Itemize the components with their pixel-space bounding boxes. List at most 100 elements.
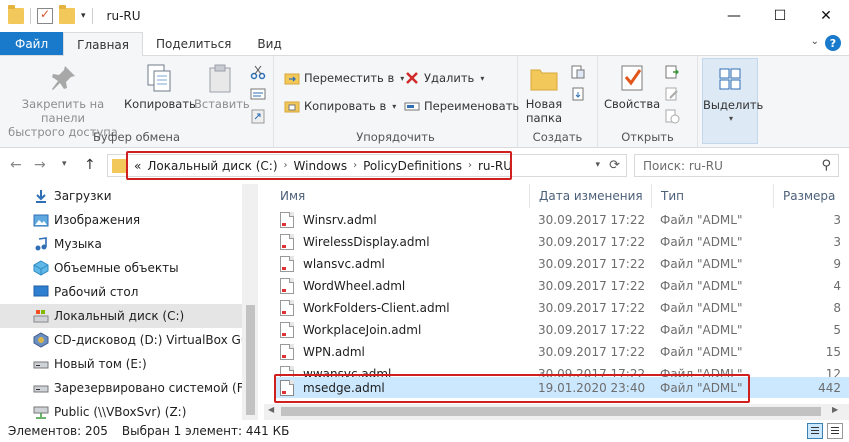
table-row-selected[interactable]: msedge.adml 19.01.2020 23:40 Файл "ADML"… <box>274 377 849 398</box>
tab-file[interactable]: Файл <box>0 32 64 55</box>
ribbon-collapse-icon[interactable]: ⌄ <box>811 36 819 47</box>
item-count: Элементов: 205 <box>8 424 108 438</box>
copy-path-icon[interactable] <box>250 86 266 102</box>
desktop-icon <box>33 285 49 297</box>
up-button[interactable]: ↑ <box>84 157 96 173</box>
breadcrumb-item-local-disk[interactable]: Локальный диск (C:) <box>147 159 277 173</box>
breadcrumb-item-windows[interactable]: Windows <box>294 159 348 173</box>
address-bar-row: ← → ▾ ↑ « Локальный диск (C:) › Windows … <box>0 148 849 184</box>
group-open: Свойства Открыть <box>598 56 698 148</box>
recent-locations-button[interactable]: ▾ <box>62 159 67 169</box>
new-folder-button[interactable]: Новая папка <box>522 62 566 125</box>
move-to-button[interactable]: Переместить в ▾ <box>284 70 404 86</box>
ribbon: Закрепить на панели быстрого доступа Коп… <box>0 56 849 148</box>
copy-icon <box>143 62 175 94</box>
adml-file-icon <box>280 255 294 272</box>
nav-item-cd-drive[interactable]: CD-дисковод (D:) VirtualBox Guest A <box>0 328 242 352</box>
nav-item-new-volume[interactable]: Новый том (E:) <box>0 352 242 376</box>
tab-home[interactable]: Главная <box>63 32 143 56</box>
cd-drive-icon <box>33 332 49 348</box>
easy-access-icon[interactable] <box>570 86 586 102</box>
new-folder-icon[interactable] <box>59 5 75 24</box>
breadcrumb: « Локальный диск (C:) › Windows › Policy… <box>128 159 512 173</box>
column-header-name[interactable]: Имя <box>264 184 530 208</box>
search-icon[interactable]: ⚲ <box>821 158 831 173</box>
breadcrumb-item-ru-ru[interactable]: ru-RU <box>478 159 512 173</box>
horizontal-scrollbar-thumb[interactable] <box>281 407 821 416</box>
table-row[interactable]: WorkplaceJoin.adml 30.09.2017 17:22 Файл… <box>274 319 849 340</box>
rename-icon <box>404 98 420 114</box>
cut-icon[interactable] <box>250 64 266 80</box>
table-row[interactable]: WPN.adml 30.09.2017 17:22 Файл "ADML" 15 <box>274 341 849 362</box>
nav-item-music[interactable]: Музыка <box>0 232 242 256</box>
nav-item-local-disk[interactable]: Локальный диск (C:) <box>0 304 242 328</box>
nav-item-system-reserved[interactable]: Зарезервировано системой (F:) <box>0 376 242 400</box>
breadcrumb-item-policydefinitions[interactable]: PolicyDefinitions <box>363 159 462 173</box>
table-row[interactable]: WirelessDisplay.adml 30.09.2017 17:22 Фа… <box>274 231 849 252</box>
search-input[interactable]: Поиск: ru-RU ⚲ <box>634 154 839 177</box>
paste-button[interactable]: Вставить <box>194 62 250 111</box>
rename-button[interactable]: Переименовать <box>404 98 519 114</box>
nav-item-desktop[interactable]: Рабочий стол <box>0 280 242 304</box>
breadcrumb-overflow[interactable]: « <box>134 159 141 173</box>
group-label-clipboard: Буфер обмена <box>92 130 180 144</box>
downloads-icon <box>36 190 46 203</box>
properties-button[interactable]: Свойства <box>604 62 660 111</box>
details-view-icon[interactable] <box>807 423 823 439</box>
paste-icon <box>204 62 236 94</box>
column-header-size[interactable]: Размера <box>774 184 849 208</box>
table-row[interactable]: wlansvc.adml 30.09.2017 17:22 Файл "ADML… <box>274 253 849 274</box>
qat-separator <box>30 8 31 24</box>
column-header-date[interactable]: Дата изменения <box>530 184 652 208</box>
scroll-left-icon[interactable]: ◀ <box>268 405 274 414</box>
help-icon[interactable]: ? <box>825 35 841 51</box>
select-button[interactable]: Выделить ▾ <box>702 58 763 144</box>
refresh-icon[interactable]: ⟳ <box>609 158 620 173</box>
nav-item-3d-objects[interactable]: Объемные объекты <box>0 256 242 280</box>
ribbon-tabs: Файл Главная Поделиться Вид <box>0 32 849 56</box>
delete-button[interactable]: Удалить ▾ <box>404 70 484 86</box>
group-select: Выделить ▾ <box>698 56 763 148</box>
nav-item-public-network[interactable]: Public (\\VBoxSvr) (Z:) <box>0 400 242 420</box>
chevron-down-icon[interactable]: ▾ <box>595 160 600 170</box>
adml-file-icon <box>280 343 294 360</box>
forward-button[interactable]: → <box>34 157 46 173</box>
chevron-right-icon[interactable]: › <box>353 160 357 171</box>
column-header-type[interactable]: Тип <box>652 184 774 208</box>
minimize-button[interactable]: — <box>711 0 757 32</box>
close-button[interactable]: ✕ <box>803 0 849 32</box>
tab-view[interactable]: Вид <box>244 32 294 55</box>
edit-icon[interactable] <box>664 86 680 102</box>
selection-info: Выбран 1 элемент: 441 КБ <box>121 424 290 438</box>
chevron-right-icon[interactable]: › <box>284 160 288 171</box>
nav-scrollbar-thumb[interactable] <box>246 305 255 415</box>
folder-icon <box>112 158 128 173</box>
copy-to-button[interactable]: Копировать в ▾ <box>284 98 396 114</box>
tab-share[interactable]: Поделиться <box>143 32 244 55</box>
pin-icon <box>47 62 79 94</box>
table-row[interactable]: WorkFolders-Client.adml 30.09.2017 17:22… <box>274 297 849 318</box>
title-bar: ▾ ru-RU — ☐ ✕ <box>0 0 849 32</box>
back-button[interactable]: ← <box>10 157 22 173</box>
open-icon[interactable] <box>664 64 680 80</box>
pin-quick-access-button[interactable]: Закрепить на панели быстрого доступа <box>6 62 120 139</box>
window-title: ru-RU <box>106 9 141 23</box>
large-icons-view-icon[interactable] <box>827 423 843 439</box>
nav-item-pictures[interactable]: Изображения <box>0 208 242 232</box>
address-field[interactable]: « Локальный диск (C:) › Windows › Policy… <box>107 154 627 177</box>
chevron-right-icon[interactable]: › <box>468 160 472 171</box>
history-icon[interactable] <box>664 108 680 124</box>
maximize-button[interactable]: ☐ <box>757 0 803 32</box>
copy-button[interactable]: Копировать <box>124 62 196 111</box>
adml-file-icon <box>280 299 294 316</box>
table-row[interactable]: Winsrv.adml 30.09.2017 17:22 Файл "ADML"… <box>274 209 849 230</box>
drive-icon <box>33 361 49 369</box>
group-new: Новая папка Создать <box>518 56 598 148</box>
qat-dropdown-icon[interactable]: ▾ <box>81 11 86 21</box>
new-item-icon[interactable] <box>570 64 586 80</box>
nav-item-downloads[interactable]: Загрузки <box>0 184 242 208</box>
properties-icon[interactable] <box>37 7 53 24</box>
paste-shortcut-icon[interactable] <box>250 108 266 124</box>
table-row[interactable]: WordWheel.adml 30.09.2017 17:22 Файл "AD… <box>274 275 849 296</box>
scroll-right-icon[interactable]: ▶ <box>832 405 838 414</box>
